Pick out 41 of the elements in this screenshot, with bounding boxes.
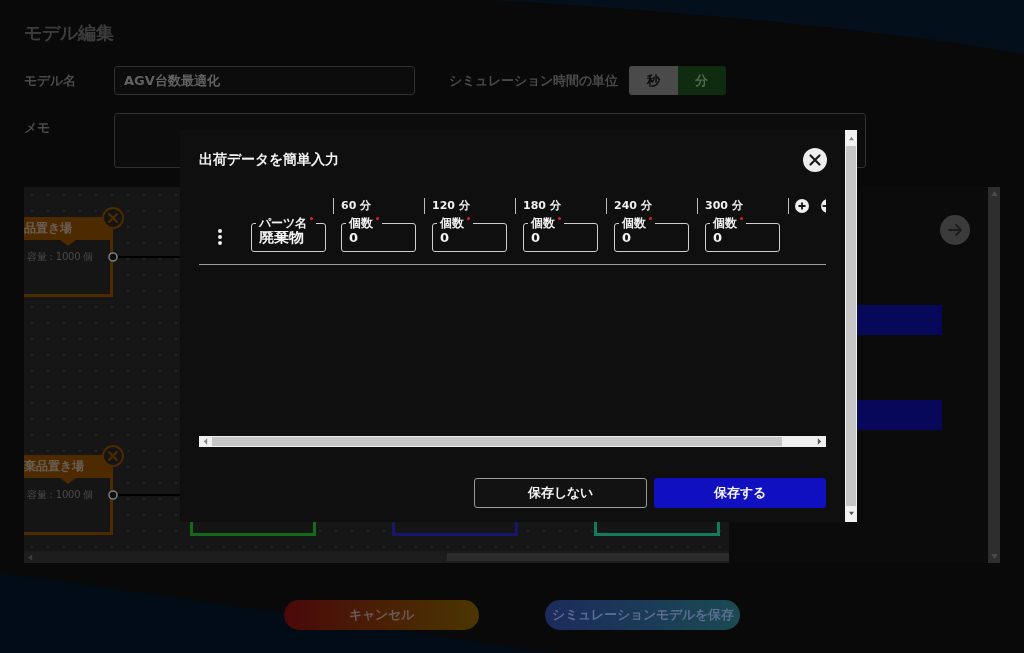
add-icon[interactable] xyxy=(795,199,809,213)
node-card[interactable] xyxy=(392,522,518,536)
node-title: 品置き場 xyxy=(24,217,110,246)
close-icon[interactable] xyxy=(102,207,124,229)
down-arrow-icon[interactable] xyxy=(847,511,855,516)
port-icon[interactable] xyxy=(108,490,118,500)
side-panel-button[interactable] xyxy=(857,400,942,430)
up-arrow-icon[interactable] xyxy=(990,191,998,196)
dialog-title: 出荷データを簡単入力 xyxy=(199,151,339,169)
node-title: 棄品置き場 xyxy=(24,455,110,484)
memo-label: メモ xyxy=(24,119,51,137)
up-arrow-icon[interactable] xyxy=(847,136,855,141)
left-arrow-icon[interactable] xyxy=(203,438,208,445)
more-icon[interactable] xyxy=(218,229,222,245)
left-arrow-icon[interactable] xyxy=(28,553,33,561)
column-header: 240 分 xyxy=(606,198,697,214)
port-icon[interactable] xyxy=(108,252,118,262)
right-arrow-icon[interactable] xyxy=(817,438,822,445)
column-header: 180 分 xyxy=(515,198,606,214)
column-header: 120 分 xyxy=(424,198,515,214)
scrollbar-thumb[interactable] xyxy=(447,553,729,561)
close-icon[interactable] xyxy=(102,445,124,467)
model-name-label: モデル名 xyxy=(24,72,77,89)
node-card[interactable] xyxy=(594,522,720,536)
scrollbar-thumb[interactable] xyxy=(212,437,782,446)
vertical-scrollbar[interactable] xyxy=(988,187,1000,563)
vertical-scrollbar[interactable] xyxy=(845,130,857,522)
node-card[interactable] xyxy=(190,522,316,536)
time-unit-label: シミュレーション時間の単位 xyxy=(449,72,619,89)
side-panel-button[interactable] xyxy=(857,305,942,335)
close-button[interactable] xyxy=(803,148,827,172)
discard-button[interactable]: 保存しない xyxy=(474,478,647,508)
save-button[interactable]: 保存する xyxy=(654,478,826,508)
scrollbar-thumb[interactable] xyxy=(846,146,856,506)
column-header: 300 分 xyxy=(697,198,788,214)
remove-icon[interactable] xyxy=(819,199,826,213)
horizontal-scrollbar[interactable] xyxy=(199,436,826,447)
arrow-right-icon[interactable] xyxy=(940,215,970,245)
column-header: 60 分 xyxy=(333,198,424,214)
close-icon xyxy=(803,148,827,172)
canvas-scrollbar[interactable] xyxy=(24,551,729,563)
